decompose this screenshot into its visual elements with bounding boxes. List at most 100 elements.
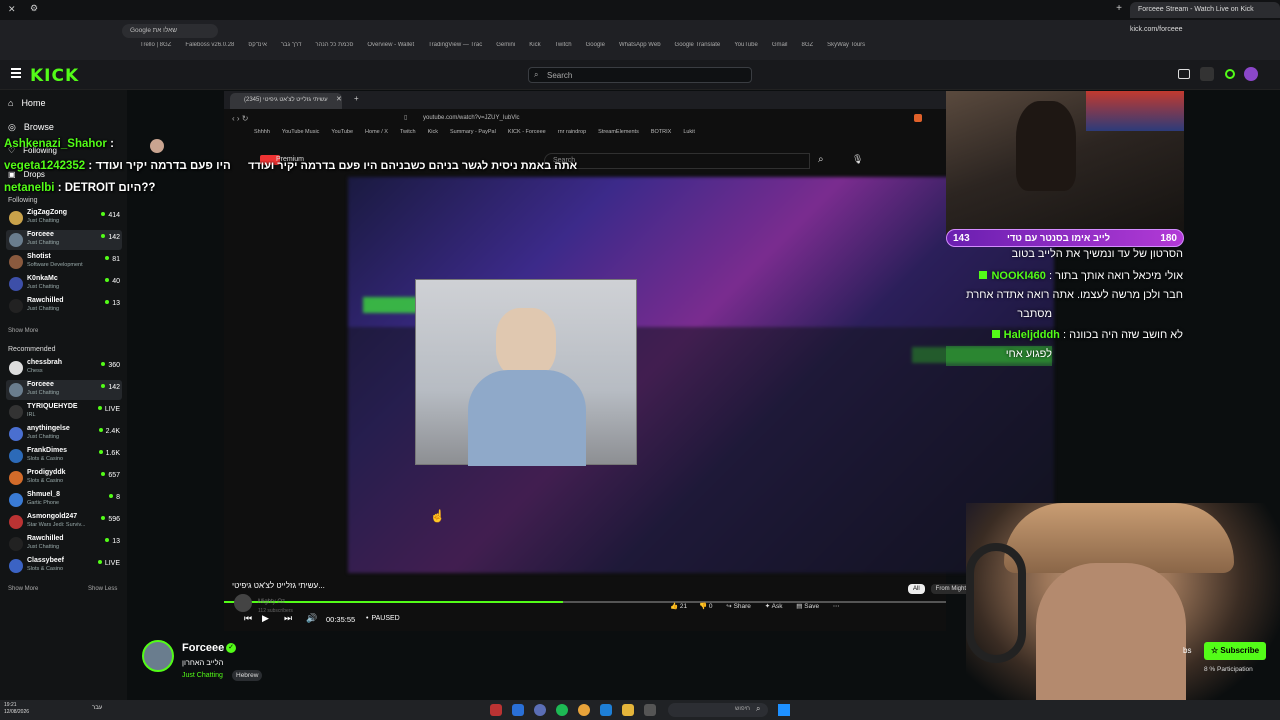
taskbar-lang[interactable]: עבר <box>92 705 102 711</box>
streamer-name[interactable]: Forceee <box>182 642 224 654</box>
spotify-icon[interactable] <box>556 704 568 716</box>
inner-bookmark[interactable]: Shhhh <box>254 129 270 135</box>
volume-icon[interactable]: 🔊 <box>306 613 317 624</box>
app-icon-2[interactable] <box>512 704 524 716</box>
channel-avatar[interactable] <box>234 594 252 612</box>
channel-row[interactable]: Rawchilled Just Chatting 13 <box>6 534 122 554</box>
inner-bookmark[interactable]: Twitch <box>400 129 416 135</box>
prev-icon[interactable]: ⏮ <box>244 613 252 624</box>
new-tab-icon[interactable]: + <box>354 94 359 103</box>
yt-search-input[interactable]: Search <box>544 153 810 169</box>
app-icon-3[interactable] <box>600 704 612 716</box>
inner-bookmark[interactable]: rnr raindrop <box>558 129 586 135</box>
tab-close-icon[interactable]: ✕ <box>336 95 342 103</box>
avatar[interactable] <box>1244 67 1258 81</box>
inner-bookmark[interactable]: YouTube Music <box>282 129 320 135</box>
close-icon[interactable]: ✕ <box>8 4 16 15</box>
folder-icon[interactable] <box>622 704 634 716</box>
yt-chip[interactable]: All <box>908 584 925 594</box>
stream-tag[interactable]: Hebrew <box>232 670 263 681</box>
kick-logo[interactable]: KICK <box>30 66 79 86</box>
channel-row[interactable]: anythingelse Just Chatting 2.4K <box>6 424 122 444</box>
next-icon[interactable]: ⏭ <box>284 613 292 624</box>
channel-row[interactable]: Shotist Software Development 81 <box>6 252 122 272</box>
outer-bookmark[interactable]: 8GZ <box>801 42 813 48</box>
outer-bookmark[interactable]: Overview - Wallet <box>367 42 414 48</box>
outer-bookmark[interactable]: Gemini <box>496 42 515 48</box>
windows-start-icon[interactable] <box>778 704 790 716</box>
channel-row[interactable]: chessbrah Chess 360 <box>6 358 122 378</box>
mic-icon[interactable]: 🎙 <box>852 154 863 165</box>
outer-bookmark[interactable]: דרך גבר <box>281 42 302 48</box>
stream-category[interactable]: Just Chatting <box>182 672 223 679</box>
channel-row[interactable]: TYRIQUEHYDE IRL LIVE <box>6 402 122 422</box>
google-search-chip[interactable]: Google שאלו את <box>122 24 218 38</box>
channel-row[interactable]: FrankDimes Slots & Casino 1.6K <box>6 446 122 466</box>
new-tab-icon[interactable]: + <box>1116 3 1122 14</box>
channel-row[interactable]: ZigZagZong Just Chatting 414 <box>6 208 122 228</box>
outer-bookmark[interactable]: TradingView — Trac <box>428 42 482 48</box>
inner-bookmark[interactable]: YouTube <box>331 129 353 135</box>
channel-name[interactable]: Mighty Oz <box>258 599 285 605</box>
streamer-avatar[interactable] <box>142 640 174 672</box>
show-more-recommended[interactable]: Show More <box>8 586 38 592</box>
back-icon[interactable]: ‹ › ↻ <box>232 114 248 123</box>
outer-bookmark[interactable]: Trello | 8GZ <box>140 42 171 48</box>
yt-search-icon[interactable]: ⌕ <box>818 154 824 165</box>
outer-bookmark[interactable]: סכמת כל הנהר <box>315 42 353 48</box>
brave-shield-icon[interactable] <box>914 114 922 122</box>
discord-icon[interactable] <box>534 704 546 716</box>
gear-icon[interactable]: ⚙ <box>30 3 38 14</box>
channel-row[interactable]: Forceee Just Chatting 142 <box>6 230 122 250</box>
outer-bookmark[interactable]: Kick <box>529 42 540 48</box>
outer-bookmark[interactable]: Twitch <box>555 42 572 48</box>
outer-bookmark[interactable]: Google Translate <box>675 42 721 48</box>
menu-icon[interactable] <box>11 68 21 78</box>
theater-icon[interactable] <box>1178 69 1190 79</box>
channel-row[interactable]: K0nkaMc Just Chatting 40 <box>6 274 122 294</box>
inner-bookmark[interactable]: Kick <box>428 129 438 135</box>
save-button[interactable]: ▤ Save <box>796 603 819 610</box>
outer-bookmark[interactable]: Google <box>586 42 605 48</box>
share-button[interactable]: ↪ Share <box>726 603 751 610</box>
inner-bookmark[interactable]: Home / X <box>365 129 388 135</box>
app-icon-4[interactable] <box>644 704 656 716</box>
channel-row[interactable]: Classybeef Slots & Casino LIVE <box>6 556 122 576</box>
subscribe-button[interactable]: ☆ Subscribe <box>1204 642 1266 660</box>
taskbar-search[interactable]: חיפוש <box>668 703 768 717</box>
taskbar-clock[interactable]: 19:21 12/08/2026 <box>4 702 29 716</box>
inner-bookmark[interactable]: Summary - PayPal <box>450 129 496 135</box>
ask-button[interactable]: ✦ Ask <box>765 603 783 610</box>
outer-url[interactable]: kick.com/forceee <box>1130 26 1183 33</box>
inner-url-bar[interactable]: ▯ youtube.com/watch?v=JZUY_IubVlc <box>404 114 904 125</box>
dislike-button[interactable]: 👎 0 <box>699 603 713 610</box>
channel-row[interactable]: Forceee Just Chatting 142 <box>6 380 122 400</box>
inner-bookmark[interactable]: Lukit <box>683 129 695 135</box>
like-button[interactable]: 👍 21 <box>670 603 687 610</box>
show-more-following[interactable]: Show More <box>8 328 38 334</box>
outer-active-tab[interactable]: Forceee Stream - Watch Live on Kick <box>1130 2 1280 18</box>
chrome-icon[interactable] <box>578 704 590 716</box>
inner-bookmark[interactable]: StreamElements <box>598 129 639 135</box>
outer-bookmark[interactable]: SkyWay Tours <box>827 42 865 48</box>
outer-bookmark[interactable]: Faleboss v26.0.28 <box>185 42 234 48</box>
channel-row[interactable]: Rawchilled Just Chatting 13 <box>6 296 122 316</box>
outer-bookmark[interactable]: אינדקס <box>248 42 266 48</box>
more-icon[interactable]: ⋯ <box>833 603 840 610</box>
channel-row[interactable]: Shmuel_8 Gartic Phone 8 <box>6 490 122 510</box>
nav-home[interactable]: ⌂ Home <box>8 98 45 108</box>
inner-active-tab[interactable]: עשיתי גזלייט לצ'אט גיפיטי (2345) <box>230 93 342 109</box>
outer-bookmark[interactable]: Gmail <box>772 42 788 48</box>
search-input[interactable]: ⌕ Search <box>528 67 752 83</box>
outer-bookmark[interactable]: WhatsApp Web <box>619 42 661 48</box>
channel-row[interactable]: Asmongold247 Star Wars Jedi: Surviv... 596 <box>6 512 122 532</box>
channel-row[interactable]: Prodigyddk Slots & Casino 657 <box>6 468 122 488</box>
layout-icon[interactable] <box>1200 67 1214 81</box>
inner-bookmark[interactable]: BOTRIX <box>651 129 671 135</box>
show-less[interactable]: Show Less <box>88 586 117 592</box>
app-icon-1[interactable] <box>490 704 502 716</box>
nav-browse[interactable]: ◎ Browse <box>8 122 54 133</box>
play-icon[interactable]: ▶ <box>262 613 269 624</box>
rewards-icon[interactable] <box>1225 69 1235 79</box>
inner-bookmark[interactable]: KICK - Forceee <box>508 129 546 135</box>
